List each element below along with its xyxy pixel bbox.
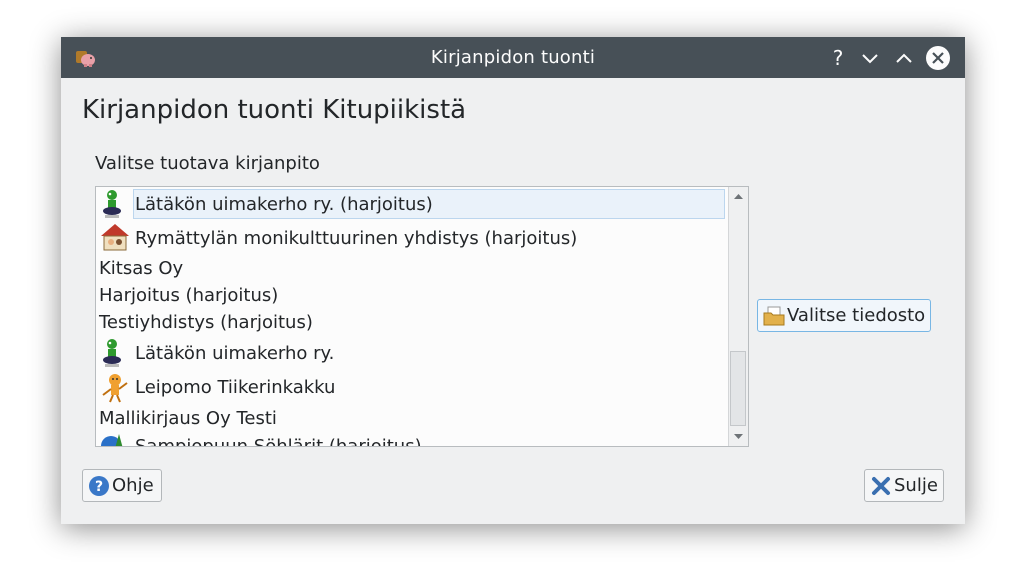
list-item-label: Lätäkön uimakerho ry. xyxy=(135,342,335,364)
help-button[interactable]: ? Ohje xyxy=(82,469,162,502)
list-item[interactable]: Lätäkön uimakerho ry. (harjoitus) xyxy=(99,189,726,219)
choose-file-label: Valitse tiedosto xyxy=(787,305,926,326)
help-circle-icon: ? xyxy=(89,475,109,496)
scroll-down-icon[interactable] xyxy=(729,426,748,446)
list-item[interactable]: Testiyhdistys (harjoitus) xyxy=(99,307,726,337)
close-button-label: Sulje xyxy=(894,475,938,496)
list-item-label: Leipomo Tiikerinkakku xyxy=(135,376,336,398)
bookkeeping-list[interactable]: Lätäkön uimakerho ry. (harjoitus) Rymätt… xyxy=(95,186,749,447)
svg-text:?: ? xyxy=(833,46,844,70)
frog-logo-icon xyxy=(103,190,121,218)
list-item[interactable]: Sampiopuun Söhlärit (harjoitus) xyxy=(99,431,726,446)
help-icon[interactable]: ? xyxy=(825,45,851,71)
svg-text:?: ? xyxy=(95,479,103,495)
list-item[interactable]: Lätäkön uimakerho ry. xyxy=(99,338,726,368)
maximize-icon[interactable] xyxy=(891,45,917,71)
page-title: Kirjanpidon tuonti Kitupiikistä xyxy=(82,95,467,125)
list-item-label: Lätäkön uimakerho ry. (harjoitus) xyxy=(135,193,433,215)
list-item-label: Testiyhdistys (harjoitus) xyxy=(99,311,313,333)
scroll-up-icon[interactable] xyxy=(729,187,748,207)
list-item-label: Harjoitus (harjoitus) xyxy=(99,284,279,306)
minimize-icon[interactable] xyxy=(857,45,883,71)
close-button[interactable]: Sulje xyxy=(864,469,944,502)
list-item[interactable]: Kitsas Oy xyxy=(99,253,726,283)
title-bar[interactable]: Kirjanpidon tuonti ? xyxy=(61,37,965,78)
list-item-label: Sampiopuun Söhlärit (harjoitus) xyxy=(135,435,422,447)
close-x-icon xyxy=(872,476,890,495)
list-item-label: Kitsas Oy xyxy=(99,257,184,279)
tiger-logo-icon xyxy=(102,374,128,403)
frog-logo-icon xyxy=(103,339,121,367)
list-item-label: Mallikirjaus Oy Testi xyxy=(99,407,277,429)
list-item[interactable]: Rymättylän monikulttuurinen yhdistys (ha… xyxy=(99,223,726,253)
import-dialog-window: Kirjanpidon tuonti ? Kirjanpidon tuonti … xyxy=(61,37,965,524)
folder-icon xyxy=(763,306,785,325)
close-icon[interactable] xyxy=(925,45,951,71)
vertical-scrollbar[interactable] xyxy=(728,187,748,446)
scrollbar-thumb[interactable] xyxy=(730,351,746,426)
list-item[interactable]: Leipomo Tiikerinkakku xyxy=(99,372,726,403)
list-item-label: Rymättylän monikulttuurinen yhdistys (ha… xyxy=(135,227,578,249)
help-button-label: Ohje xyxy=(112,475,154,496)
choose-file-button[interactable]: Valitse tiedosto xyxy=(757,299,931,332)
list-label: Valitse tuotava kirjanpito xyxy=(95,153,320,174)
list-item[interactable]: Mallikirjaus Oy Testi xyxy=(99,403,726,433)
list-item[interactable]: Harjoitus (harjoitus) xyxy=(99,280,726,310)
globe-logo-icon xyxy=(101,434,123,446)
house-logo-icon xyxy=(101,224,129,251)
